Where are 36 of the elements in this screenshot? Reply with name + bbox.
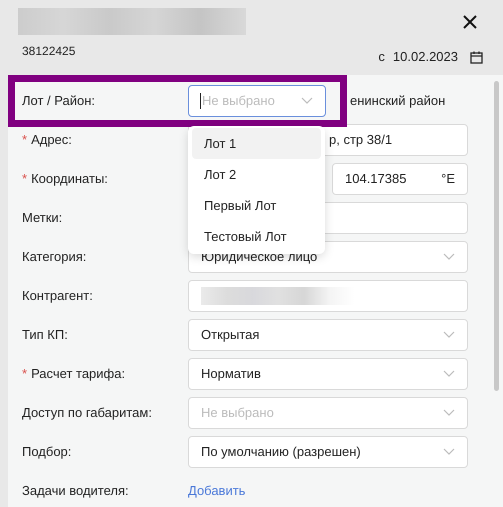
field-label: Доступ по габаритам: (22, 405, 152, 420)
calendar-icon[interactable] (470, 51, 483, 64)
field-label: Расчет тарифа: (31, 366, 126, 381)
record-number: 38122425 (22, 44, 76, 58)
chevron-icon (443, 253, 455, 260)
field-label: Координаты: (31, 171, 108, 186)
chevron-icon (443, 370, 455, 377)
field-label: Категория: (22, 249, 86, 264)
chevron-icon (443, 448, 455, 455)
dropdown-option[interactable]: Первый Лот (192, 190, 321, 221)
required-mark: * (22, 132, 28, 147)
scrollbar-thumb[interactable] (494, 81, 499, 391)
close-icon[interactable] (463, 15, 477, 29)
chevron-icon (443, 331, 455, 338)
field-label: Метки: (22, 210, 62, 225)
dropdown-option[interactable]: Лот 2 (192, 159, 321, 190)
field-label: Контрагент: (22, 288, 93, 303)
add-link[interactable]: Добавить (188, 483, 246, 498)
date-text: 10.02.2023 (392, 49, 458, 64)
select-field[interactable]: Норматив (188, 358, 468, 390)
select-field[interactable]: Открытая (188, 318, 468, 350)
chevron-icon (443, 409, 455, 416)
district-text: енинский район (350, 93, 446, 108)
field-label: Задачи водителя: (22, 483, 129, 498)
dropdown-option[interactable]: Лот 1 (192, 128, 321, 159)
chevron-icon (301, 97, 313, 104)
select-field[interactable]: По умолчанию (разрешен) (188, 436, 468, 468)
required-mark: * (22, 366, 28, 381)
field-label: Лот / Район: (22, 93, 96, 108)
date-prefix: с (378, 49, 385, 64)
longitude-field[interactable]: 104.17385 °E (332, 162, 468, 194)
field-label: Тип КП: (22, 327, 68, 342)
required-mark: * (22, 171, 28, 186)
field-label: Адрес: (31, 132, 72, 147)
text-field[interactable] (188, 280, 468, 312)
field-label: Подбор: (22, 444, 72, 459)
